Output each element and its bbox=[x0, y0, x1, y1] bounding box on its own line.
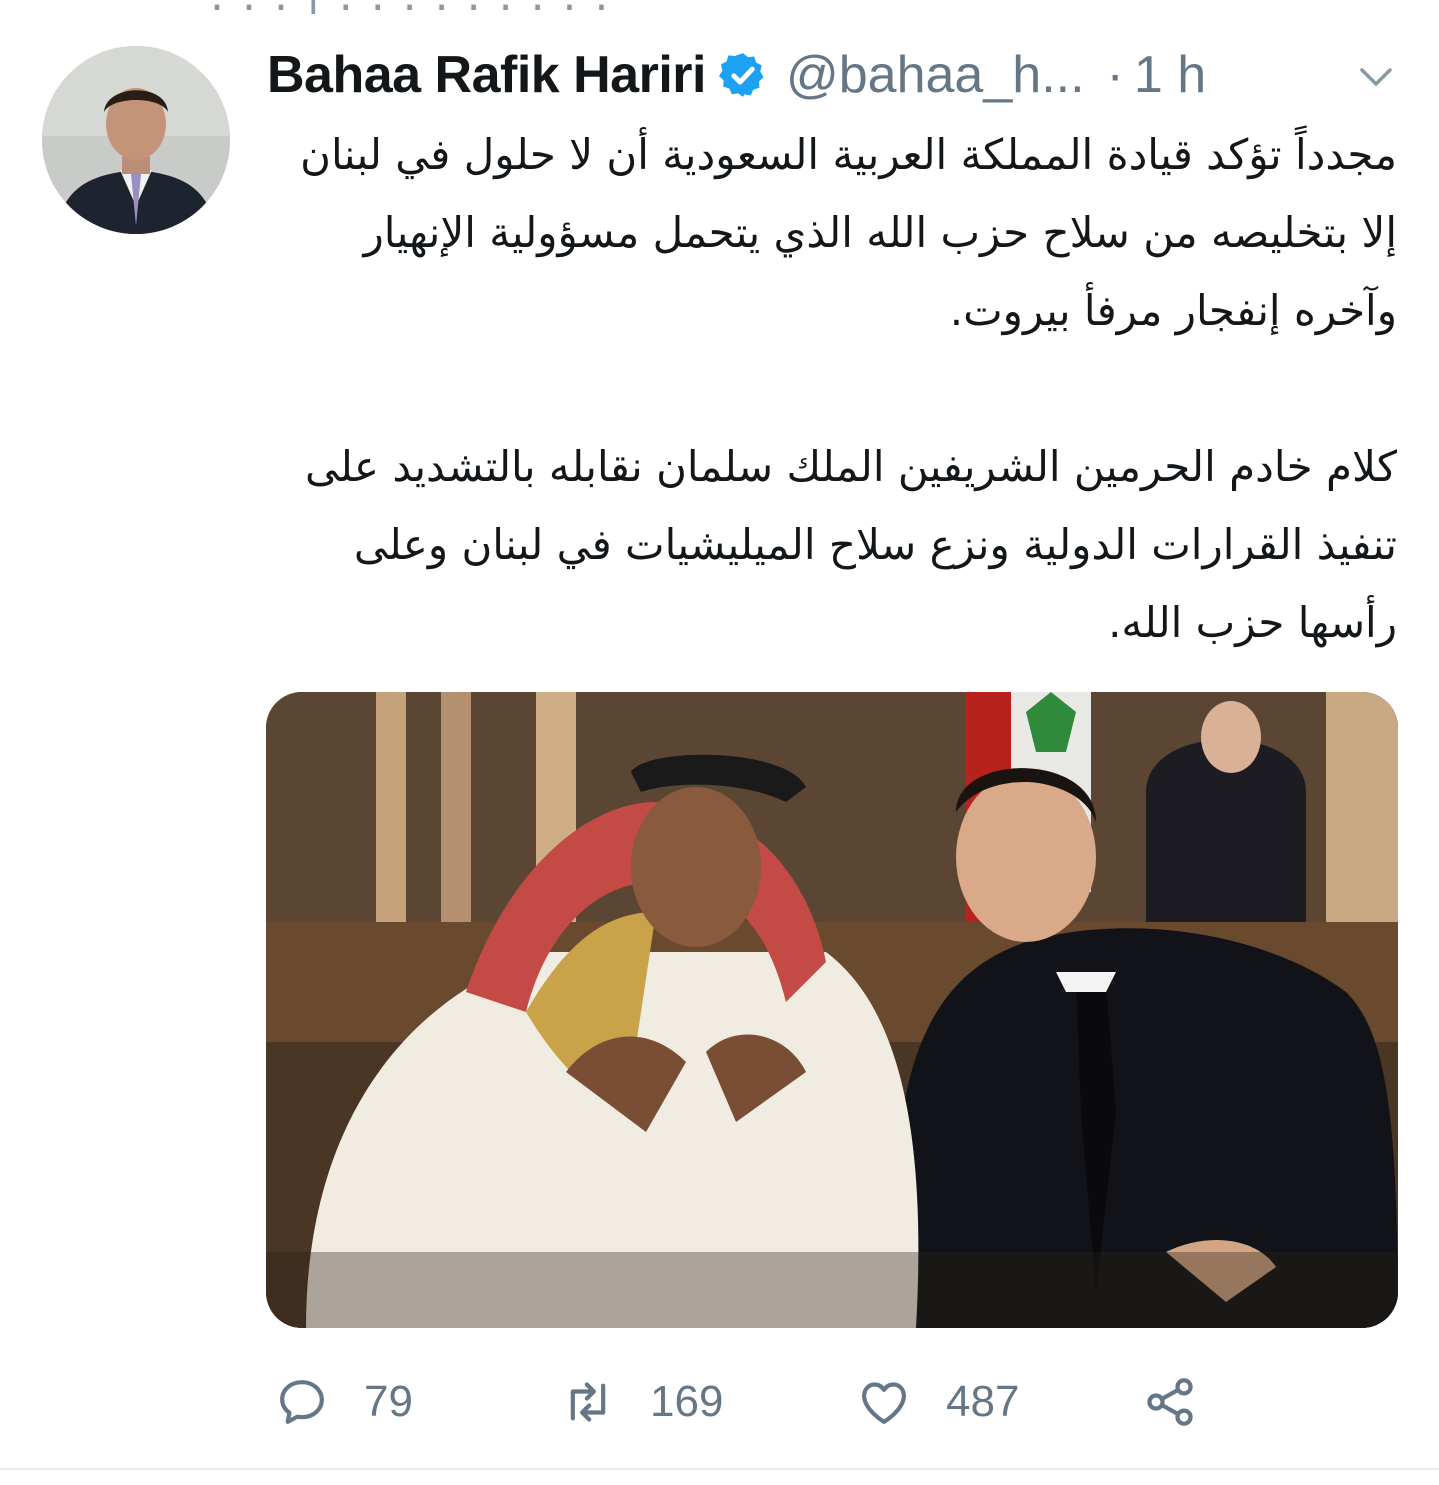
tweet-photo[interactable] bbox=[266, 692, 1398, 1328]
tweet-timestamp[interactable]: 1 h bbox=[1134, 45, 1206, 105]
verified-badge-icon bbox=[719, 53, 764, 97]
heart-icon bbox=[862, 1382, 906, 1424]
tweet-text: مجدداً تؤكد قيادة المملكة العربية السعود… bbox=[267, 116, 1397, 662]
chevron-down-icon[interactable] bbox=[1355, 56, 1397, 98]
avatar-photo bbox=[42, 46, 230, 234]
like-count: 487 bbox=[946, 1377, 1020, 1426]
share-button[interactable] bbox=[1142, 1364, 1198, 1440]
share-icon bbox=[1147, 1378, 1193, 1426]
avatar[interactable] bbox=[42, 46, 230, 234]
tweet-divider bbox=[0, 1468, 1439, 1470]
author-handle[interactable]: @bahaa_h... bbox=[786, 45, 1085, 105]
retweet-arrows-icon bbox=[570, 1382, 606, 1422]
speech-bubble-icon bbox=[280, 1380, 324, 1424]
reply-button[interactable]: 79 bbox=[274, 1364, 413, 1440]
separator-dot: · bbox=[1106, 46, 1124, 104]
tweet-photo-image bbox=[266, 692, 1398, 1328]
author-name[interactable]: Bahaa Rafik Hariri bbox=[267, 45, 706, 105]
tweet-actions: 79 169 487 bbox=[270, 1364, 1400, 1440]
like-button[interactable]: 487 bbox=[856, 1364, 1019, 1440]
previous-tweet-cut-off: . . . | . . . . . . . . . bbox=[210, 0, 611, 14]
tweet-paragraph: مجدداً تؤكد قيادة المملكة العربية السعود… bbox=[300, 130, 1397, 335]
retweet-button[interactable]: 169 bbox=[560, 1364, 723, 1440]
retweet-count: 169 bbox=[650, 1377, 724, 1426]
tweet-paragraph: كلام خادم الحرمين الشريفين الملك سلمان ن… bbox=[305, 442, 1397, 647]
tweet-header: Bahaa Rafik Hariri @bahaa_h... · 1 h bbox=[267, 40, 1397, 110]
reply-count: 79 bbox=[364, 1377, 413, 1426]
